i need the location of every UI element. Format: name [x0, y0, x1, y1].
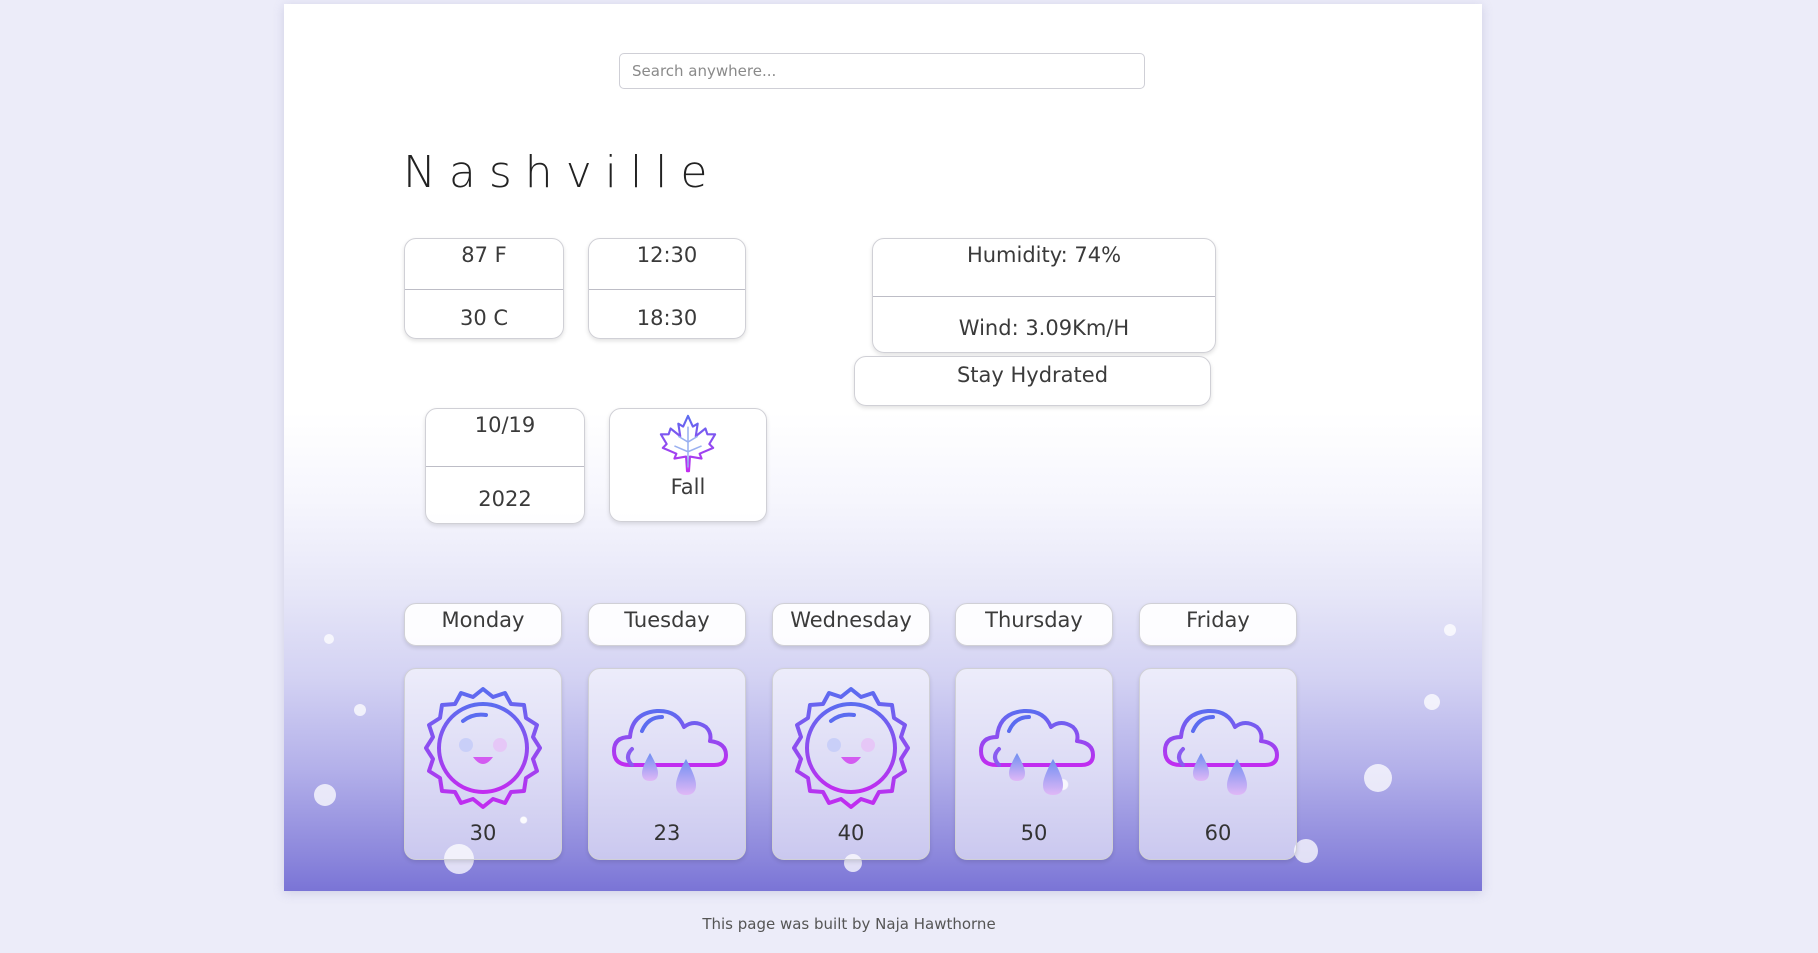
date-year: 2022 [426, 466, 584, 523]
temperature-celsius: 30 C [405, 288, 563, 339]
date-month-day: 10/19 [474, 413, 536, 437]
season-label: Fall [670, 475, 706, 499]
forecast-temp: 40 [837, 821, 865, 845]
forecast-day-monday: Monday [404, 603, 562, 646]
bokeh-dot [354, 704, 366, 716]
date-box: 10/19 2022 [425, 408, 585, 524]
forecast-card-wednesday: 40 [772, 668, 930, 860]
forecast-card-tuesday: 23 [588, 668, 746, 860]
forecast-day-thursday: Thursday [955, 603, 1113, 646]
forecast-temp: 23 [653, 821, 681, 845]
bokeh-dot [1424, 694, 1440, 710]
rain-cloud-icon [979, 708, 1095, 795]
tip-text: Stay Hydrated [956, 363, 1109, 387]
humidity-text: Humidity: 74% [966, 243, 1122, 267]
forecast-day-label: Thursday [985, 608, 1083, 632]
search-input[interactable] [619, 53, 1145, 89]
time-first: 12:30 [636, 243, 698, 267]
forecast-day-friday: Friday [1139, 603, 1297, 646]
temperature-fahrenheit: 87 F [461, 243, 507, 267]
time-box: 12:30 18:30 [588, 238, 746, 339]
forecast-temp: 50 [1020, 821, 1048, 845]
maple-leaf-icon [659, 414, 717, 473]
bokeh-dot [1364, 764, 1392, 792]
forecast-card-friday: 60 [1139, 668, 1297, 860]
bokeh-dot [314, 784, 336, 806]
bokeh-dot [1444, 624, 1456, 636]
bokeh-dot [324, 634, 334, 644]
forecast-temp: 30 [469, 821, 497, 845]
season-box: Fall [609, 408, 767, 522]
rain-cloud-icon [612, 708, 728, 795]
conditions-box: Humidity: 74% Wind: 3.09Km/H [872, 238, 1216, 353]
wind-text: Wind: 3.09Km/H [873, 295, 1215, 353]
footer-credit: This page was built by Naja Hawthorne [702, 915, 996, 933]
forecast-day-label: Monday [441, 608, 525, 632]
temperature-box: 87 F 30 C [404, 238, 564, 339]
forecast-day-label: Tuesday [624, 608, 710, 632]
forecast-day-wednesday: Wednesday [772, 603, 930, 646]
sun-icon [792, 687, 910, 809]
forecast-day-tuesday: Tuesday [588, 603, 746, 646]
sun-icon [424, 687, 542, 809]
time-second: 18:30 [589, 288, 745, 339]
weather-card: Nashville 87 F 30 C 12:30 18:30 Humidity… [284, 4, 1482, 891]
city-name: Nashville [403, 147, 721, 198]
forecast-temp: 60 [1204, 821, 1232, 845]
tip-box: Stay Hydrated [854, 356, 1211, 406]
forecast-day-label: Wednesday [790, 608, 912, 632]
forecast-card-monday: 30 [404, 668, 562, 860]
rain-cloud-icon [1163, 708, 1279, 795]
forecast-card-thursday: 50 [955, 668, 1113, 860]
forecast-day-label: Friday [1186, 608, 1250, 632]
bokeh-dot [1294, 839, 1318, 863]
